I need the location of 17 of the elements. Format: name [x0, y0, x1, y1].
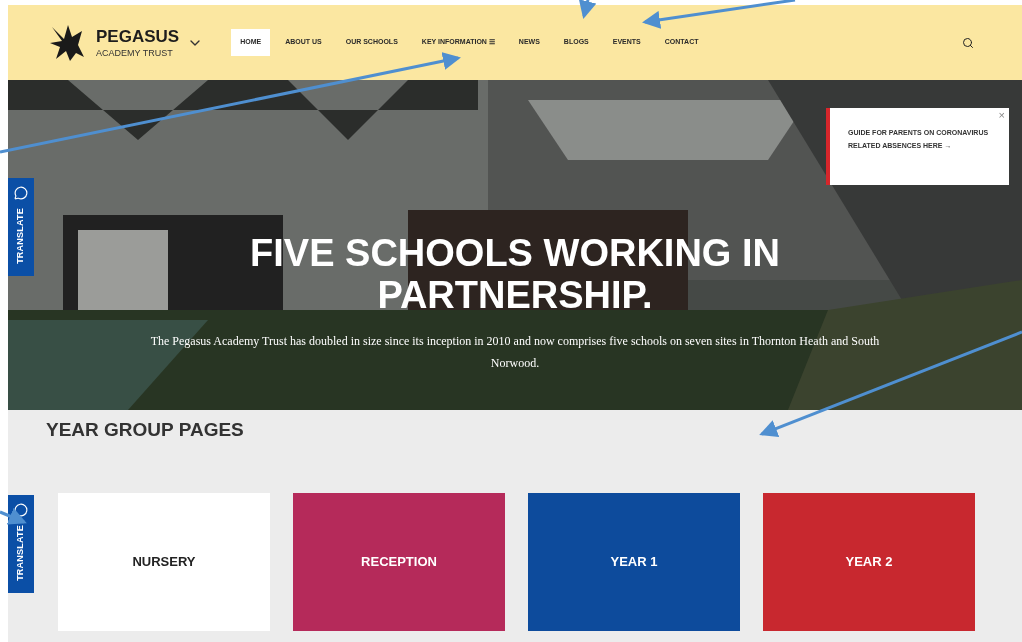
- year-group-card[interactable]: YEAR 1: [528, 492, 740, 631]
- year-group-card[interactable]: YEAR 2: [763, 492, 975, 631]
- logo-subtitle: ACADEMY TRUST: [96, 48, 174, 58]
- translate-label: TRANSLATE: [14, 208, 27, 264]
- hero-heading: FIVE SCHOOLS WORKING IN PARTNERSHIP.: [249, 232, 781, 316]
- translate-tab[interactable]: TRANSLATE: [8, 178, 34, 276]
- section-title: YEAR GROUP PAGES: [46, 418, 245, 442]
- hero-text: The Pegasus Academy Trust has doubled in size since its inception in 2010 and now comprises five schools on seven sites in Thornton Heath and South Norwood.: [149, 333, 881, 372]
- year-group-card[interactable]: RECEPTION: [293, 492, 505, 631]
- chat-icon: [14, 503, 28, 517]
- close-button[interactable]: ×: [998, 110, 1005, 121]
- logo-title: PEGASUS: [96, 27, 180, 45]
- translate-tab[interactable]: TRANSLATE: [8, 495, 34, 593]
- chat-icon: [14, 186, 28, 200]
- translate-label: TRANSLATE: [14, 525, 27, 581]
- year-group-card[interactable]: NURSERY: [58, 492, 270, 631]
- search-icon[interactable]: [962, 36, 974, 49]
